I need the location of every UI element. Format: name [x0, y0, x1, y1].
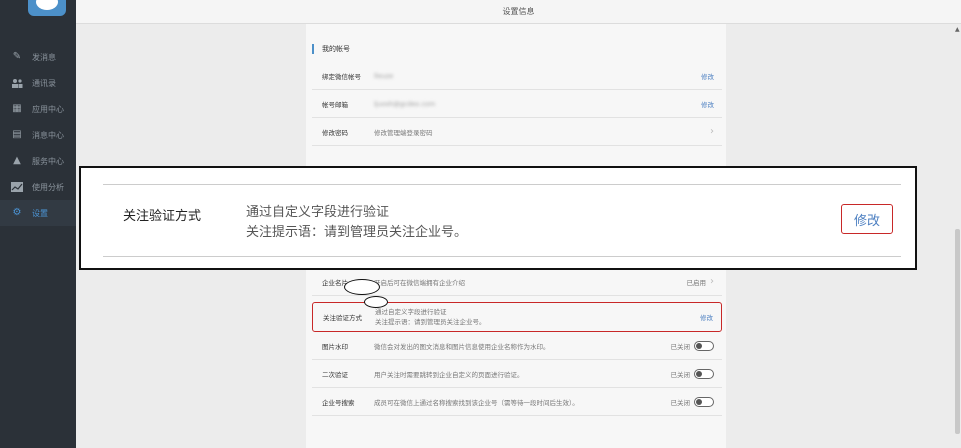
- row-label: 企业号搜索: [322, 398, 355, 407]
- users-icon: [11, 78, 23, 88]
- sidebar-item-label: 服务中心: [32, 156, 64, 166]
- edit-wechat-button[interactable]: 修改: [682, 71, 722, 81]
- chevron-right-icon: ›: [710, 276, 714, 287]
- row-change-password[interactable]: 修改密码 修改管理端登录密码 ›: [312, 118, 722, 146]
- gear-icon: ⚙: [12, 207, 22, 218]
- row-account-email: 帐号邮箱 ljuosh@gcdex.com 修改: [312, 90, 722, 118]
- zoom-value-line-2: 关注提示语：请到管理员关注企业号。: [246, 225, 468, 240]
- divider: [103, 184, 901, 185]
- pencil-icon: ✎: [12, 51, 22, 62]
- zoom-row-value: 通过自定义字段进行验证 关注提示语：请到管理员关注企业号。: [246, 203, 467, 243]
- row-value: 成员可在微信上通过名称搜索找到该企业号（需等待一段时间后生效）。: [374, 398, 579, 407]
- grid-icon: ▦: [12, 103, 22, 114]
- scrollbar[interactable]: ▲: [954, 24, 961, 448]
- chart-icon: [11, 182, 23, 192]
- scrollbar-thumb[interactable]: [955, 229, 960, 434]
- row-wechat-account: 绑定微信帐号 lleuze 修改: [312, 62, 722, 90]
- edit-email-button[interactable]: 修改: [682, 99, 722, 109]
- row-label: 二次验证: [322, 370, 348, 379]
- divider: [103, 256, 901, 257]
- sidebar-item-app-center[interactable]: ▦ 应用中心: [0, 96, 76, 122]
- section-title: 我的帐号: [312, 44, 350, 54]
- sidebar-item-service-center[interactable]: ▲ 服务中心: [0, 148, 76, 174]
- status-label: 已启用: [686, 278, 707, 287]
- row-image-watermark: 图片水印 微信会对发出的图文消息和图片信息使用企业名称作为水印。 已关闭: [312, 332, 722, 360]
- row-label: 帐号邮箱: [322, 100, 348, 109]
- zoom-row-label: 关注验证方式: [123, 209, 202, 224]
- row-company-search: 企业号搜索 成员可在微信上通过名称搜索找到该企业号（需等待一段时间后生效）。 已…: [312, 388, 722, 416]
- zoom-callout: 关注验证方式 通过自定义字段进行验证 关注提示语：请到管理员关注企业号。 修改: [79, 166, 917, 270]
- sidebar: ✎ 发消息 通讯录 ▦ 应用中心 ▤ 消息中心 ▲ 服务中心 使用分析 ⚙ 设置: [0, 0, 76, 448]
- sidebar-item-label: 使用分析: [32, 182, 64, 192]
- value-line-2: 关注提示语：请到管理员关注企业号。: [375, 318, 486, 326]
- row-value: 用户关注时需要跳转到企业自定义的页面进行验证。: [374, 370, 524, 379]
- row-value: 开启后可在微信端拥有企业介绍: [374, 278, 465, 287]
- sidebar-item-label: 发消息: [32, 52, 56, 62]
- row-label: 修改密码: [322, 128, 348, 137]
- row-value: 微信会对发出的图文消息和图片信息使用企业名称作为水印。: [374, 342, 550, 351]
- chevron-right-icon: ›: [710, 126, 714, 137]
- sidebar-item-label: 设置: [32, 208, 48, 218]
- row-value: ljuosh@gcdex.com: [374, 99, 436, 108]
- sidebar-item-label: 通讯录: [32, 78, 56, 88]
- row-second-verification: 二次验证 用户关注时需要跳转到企业自定义的页面进行验证。 已关闭: [312, 360, 722, 388]
- toggle-knob: [696, 398, 702, 405]
- annotation-ellipse: [364, 296, 388, 308]
- scroll-up-icon[interactable]: ▲: [955, 26, 960, 33]
- edit-verification-button[interactable]: 修改: [681, 312, 721, 322]
- app-logo[interactable]: [28, 0, 66, 16]
- second-verification-toggle[interactable]: [694, 368, 714, 379]
- zoom-edit-button[interactable]: 修改: [841, 204, 893, 234]
- sidebar-item-contacts[interactable]: 通讯录: [0, 70, 76, 96]
- annotation-ellipse: [344, 279, 380, 295]
- row-label: 绑定微信帐号: [322, 72, 361, 81]
- message-icon: ▤: [12, 129, 22, 140]
- sidebar-item-settings[interactable]: ⚙ 设置: [0, 200, 76, 226]
- status-label: 已关闭: [670, 398, 691, 407]
- row-value: 通过自定义字段进行验证 关注提示语：请到管理员关注企业号。: [375, 307, 681, 327]
- watermark-toggle[interactable]: [694, 340, 714, 351]
- service-icon: ▲: [13, 155, 21, 166]
- value-line-1: 通过自定义字段进行验证: [375, 308, 447, 316]
- toggle-knob: [696, 370, 702, 377]
- toggle-knob: [696, 342, 702, 349]
- page-header: 设置信息: [76, 0, 961, 24]
- sidebar-nav: ✎ 发消息 通讯录 ▦ 应用中心 ▤ 消息中心 ▲ 服务中心 使用分析 ⚙ 设置: [0, 44, 76, 226]
- page-title: 设置信息: [502, 7, 535, 16]
- row-value: 修改管理端登录密码: [374, 128, 433, 137]
- row-label: 关注验证方式: [323, 314, 362, 322]
- company-search-toggle[interactable]: [694, 396, 714, 407]
- sidebar-item-analytics[interactable]: 使用分析: [0, 174, 76, 200]
- status-label: 已关闭: [670, 342, 691, 351]
- sidebar-item-message-center[interactable]: ▤ 消息中心: [0, 122, 76, 148]
- row-label: 图片水印: [322, 342, 348, 351]
- sidebar-item-label: 应用中心: [32, 104, 64, 114]
- status-label: 已关闭: [670, 370, 691, 379]
- sidebar-item-send-message[interactable]: ✎ 发消息: [0, 44, 76, 70]
- zoom-value-line-1: 通过自定义字段进行验证: [246, 205, 390, 220]
- sidebar-item-label: 消息中心: [32, 130, 64, 140]
- row-value: lleuze: [374, 71, 394, 80]
- chat-bubble-icon: [36, 0, 58, 10]
